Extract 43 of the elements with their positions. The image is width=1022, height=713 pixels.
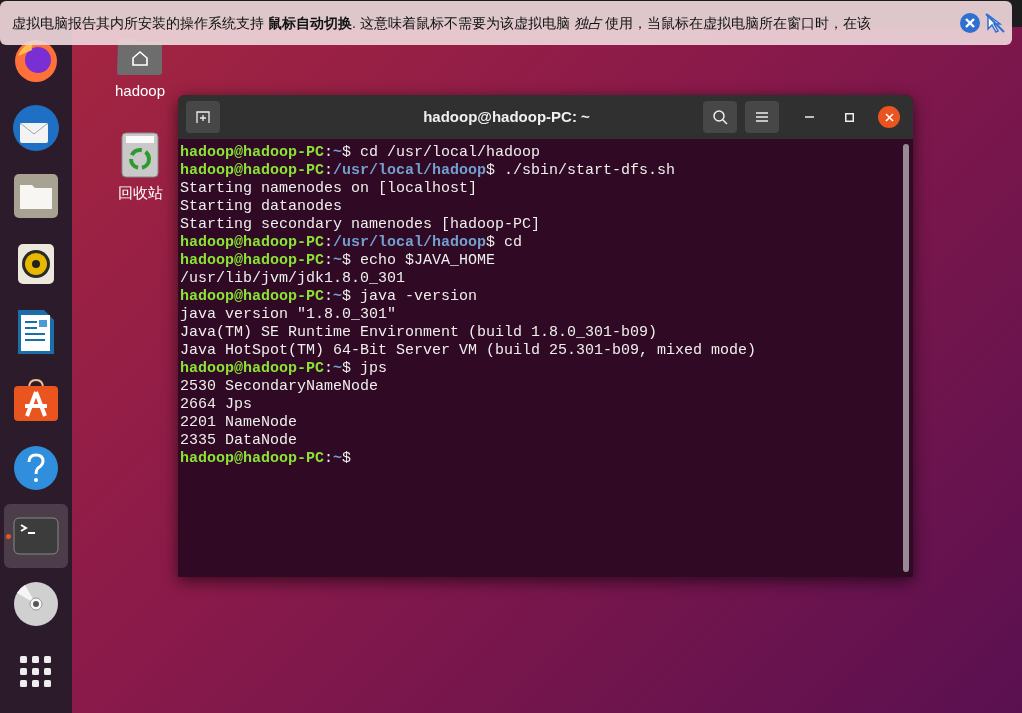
terminal-line: 2201 NameNode — [180, 414, 298, 432]
minimize-icon — [804, 116, 814, 118]
shopping-bag-icon — [13, 378, 59, 422]
menu-button[interactable] — [745, 101, 779, 133]
maximize-icon — [844, 112, 854, 122]
terminal-line: 2530 SecondaryNameNode — [180, 378, 379, 396]
terminal-line: Starting secondary namenodes [hadoop-PC] — [180, 216, 541, 234]
speaker-icon — [17, 243, 55, 285]
app-grid-icon — [20, 656, 52, 688]
search-button[interactable] — [703, 101, 737, 133]
terminal-icon — [13, 517, 59, 555]
terminal-line: hadoop@hadoop-PC:/usr/local/hadoop$ cd — [180, 234, 523, 252]
desktop-icon-label[interactable]: hadoop — [114, 82, 166, 100]
close-icon — [965, 18, 975, 28]
terminal-line: 2335 DataNode — [180, 432, 298, 450]
terminal-line: hadoop@hadoop-PC:~$ java -version — [180, 288, 478, 306]
terminal-line: Java(TM) SE Runtime Environment (build 1.8.0_301-b09) — [180, 324, 658, 342]
terminal-line: java version "1.8.0_301" — [180, 306, 397, 324]
terminal-line: hadoop@hadoop-PC:~$ echo $JAVA_HOME — [180, 252, 496, 270]
terminal-line: hadoop@hadoop-PC:~$ jps — [180, 360, 388, 378]
folder-icon — [13, 173, 59, 219]
terminal-line: Starting datanodes — [180, 198, 343, 216]
search-icon — [712, 109, 728, 125]
menu-icon — [756, 112, 768, 122]
new-tab-icon — [196, 110, 210, 124]
terminal-line: hadoop@hadoop-PC:~$ — [180, 450, 352, 468]
close-button[interactable] — [878, 106, 900, 128]
desktop-icon-label[interactable]: 回收站 — [117, 184, 163, 202]
terminal-line: hadoop@hadoop-PC:~$ cd /usr/local/hadoop — [180, 144, 541, 162]
notification-message: 虚拟电脑报告其内所安装的操作系统支持 鼠标自动切换. 这意味着鼠标不需要为该虚拟电脑 独占 使用，当鼠标在虚拟电脑所在窗口时，在该 — [12, 13, 873, 33]
window-title: hadoop@hadoop-PC: ~ — [422, 106, 590, 127]
document-icon — [17, 309, 55, 355]
terminal-line: Starting namenodes on [localhost] — [180, 180, 478, 198]
close-icon — [884, 112, 894, 122]
terminal-line: /usr/lib/jvm/jdk1.8.0_301 — [180, 270, 406, 288]
help-icon — [13, 445, 59, 491]
terminal-line: hadoop@hadoop-PC:/usr/local/hadoop$ ./sbin/start-dfs.sh — [180, 162, 676, 180]
mouse-capture-off-icon[interactable] — [984, 12, 1006, 34]
terminal-line: 2664 Jps — [180, 396, 252, 414]
disc-icon — [13, 581, 59, 627]
recycle-bin-icon — [121, 132, 159, 178]
terminal-line: Java HotSpot(TM) 64-Bit Server VM (build 25.301-b09, mixed mode) — [180, 342, 757, 360]
new-tab-button[interactable] — [186, 101, 220, 133]
